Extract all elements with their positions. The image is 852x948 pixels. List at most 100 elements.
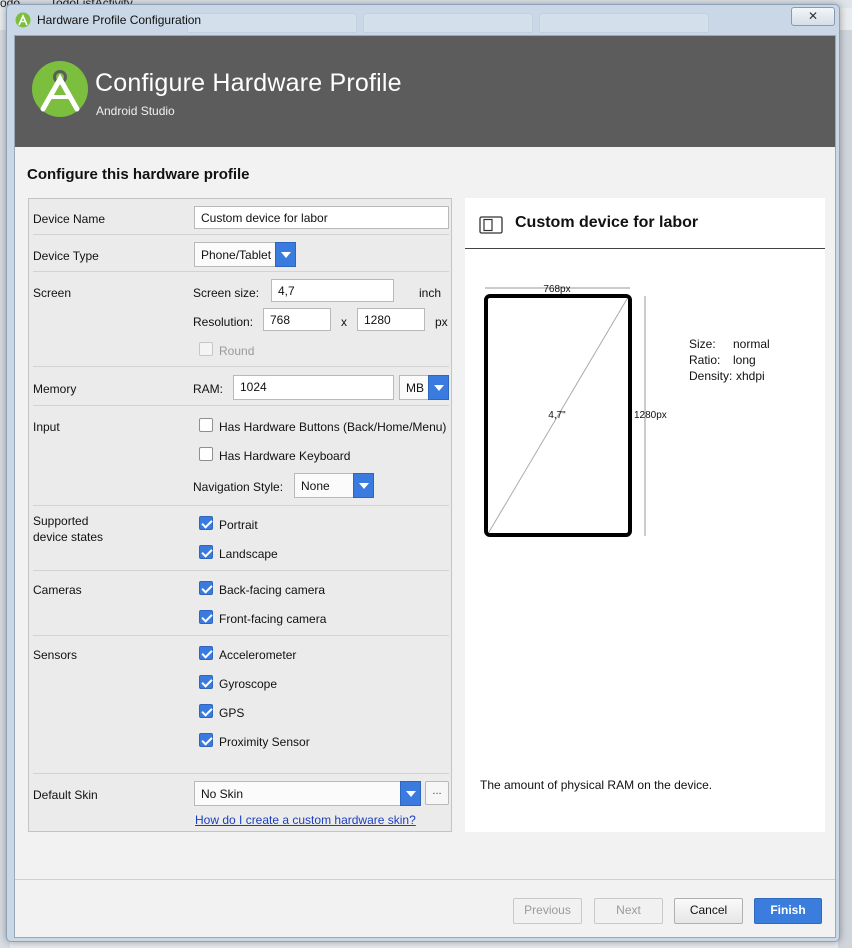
resolution-x-label: x (341, 315, 347, 329)
sensors-label: Sensors (33, 648, 78, 662)
diagonal-label: 4,7" (548, 410, 566, 421)
landscape-label: Landscape (219, 547, 278, 561)
next-button[interactable]: Next (594, 898, 663, 924)
device-name-label: Device Name (33, 212, 106, 226)
wizard-header: Configure Hardware Profile Android Studi… (15, 36, 835, 147)
chevron-down-icon[interactable] (353, 473, 374, 498)
window-title: Hardware Profile Configuration (37, 13, 202, 27)
device-type-select[interactable]: Phone/Tablet (194, 242, 296, 267)
screen-label: Screen (33, 286, 72, 300)
device-frame-icon (479, 216, 503, 234)
footer-divider (15, 879, 835, 880)
round-checkbox[interactable] (199, 342, 213, 356)
memory-label: Memory (33, 382, 77, 396)
resolution-label: Resolution: (193, 315, 254, 329)
hardware-form: Device Name Custom device for labor Devi… (28, 198, 452, 832)
resolution-unit: px (435, 315, 448, 329)
navigation-style-label: Navigation Style: (193, 480, 284, 494)
android-studio-icon (15, 12, 31, 28)
screen-size-unit: inch (419, 286, 442, 300)
close-button[interactable]: ✕ (791, 7, 835, 26)
finish-button[interactable]: Finish (754, 898, 822, 924)
width-label: 768px (543, 284, 570, 295)
screen-size-input[interactable]: 4,7 (271, 279, 394, 302)
android-studio-logo-icon (32, 61, 88, 117)
accelerometer-label: Accelerometer (219, 648, 297, 662)
navigation-style-select[interactable]: None (294, 473, 374, 498)
resolution-width-input[interactable]: 768 (263, 308, 331, 331)
portrait-checkbox[interactable] (199, 516, 213, 530)
background-tabs (187, 13, 709, 35)
default-skin-value: No Skin (201, 787, 244, 801)
device-type-value: Phone/Tablet (201, 248, 272, 262)
gyroscope-label: Gyroscope (219, 677, 278, 691)
landscape-checkbox[interactable] (199, 545, 213, 559)
header-subtitle: Android Studio (96, 104, 175, 118)
divider (33, 635, 449, 636)
default-skin-label: Default Skin (33, 788, 98, 802)
ratio-value: long (733, 353, 756, 367)
gps-label: GPS (219, 706, 245, 720)
field-help-text: The amount of physical RAM on the device… (480, 778, 713, 792)
divider (33, 405, 449, 406)
custom-skin-help-link[interactable]: How do I create a custom hardware skin? (195, 813, 416, 827)
device-name-input[interactable]: Custom device for labor (194, 206, 449, 229)
chevron-down-icon[interactable] (428, 375, 449, 400)
divider (33, 366, 449, 367)
hardware-buttons-label: Has Hardware Buttons (Back/Home/Menu) (219, 420, 447, 434)
screen-size-label: Screen size: (193, 286, 260, 300)
input-label: Input (33, 420, 60, 434)
front-camera-label: Front-facing camera (219, 612, 327, 626)
section-title: Configure this hardware profile (27, 166, 250, 183)
gps-checkbox[interactable] (199, 704, 213, 718)
device-diagram: 768px 4,7" 1280px (484, 284, 667, 537)
default-skin-select[interactable]: No Skin (194, 781, 421, 806)
hardware-keyboard-label: Has Hardware Keyboard (219, 449, 351, 463)
dialog-window: Hardware Profile Configuration ✕ Configu… (6, 4, 840, 942)
device-states-label-line1: Supported (33, 514, 89, 528)
dialog-content: Configure Hardware Profile Android Studi… (14, 35, 836, 938)
proximity-checkbox[interactable] (199, 733, 213, 747)
chevron-down-icon[interactable] (275, 242, 296, 267)
cameras-label: Cameras (33, 583, 82, 597)
divider (33, 773, 449, 774)
cancel-button[interactable]: Cancel (674, 898, 743, 924)
round-label: Round (219, 344, 255, 358)
ram-label: RAM: (193, 382, 223, 396)
back-camera-checkbox[interactable] (199, 581, 213, 595)
header-title: Configure Hardware Profile (95, 69, 402, 97)
height-label: 1280px (634, 410, 667, 421)
device-type-label: Device Type (33, 249, 99, 263)
ram-input[interactable]: 1024 (233, 375, 394, 400)
preview-divider (465, 248, 825, 249)
chevron-down-icon[interactable] (400, 781, 421, 806)
accelerometer-checkbox[interactable] (199, 646, 213, 660)
browse-skin-button[interactable]: ... (425, 781, 449, 805)
previous-button[interactable]: Previous (513, 898, 582, 924)
title-bar[interactable]: Hardware Profile Configuration ✕ (7, 5, 839, 35)
divider (33, 570, 449, 571)
hardware-buttons-checkbox[interactable] (199, 418, 213, 432)
divider (33, 234, 449, 235)
back-camera-label: Back-facing camera (219, 583, 326, 597)
divider (33, 505, 449, 506)
gyroscope-checkbox[interactable] (199, 675, 213, 689)
background-right-edge (838, 30, 852, 948)
navigation-style-value: None (301, 479, 330, 493)
resolution-height-input[interactable]: 1280 (357, 308, 425, 331)
density-value: xhdpi (736, 369, 765, 383)
front-camera-checkbox[interactable] (199, 610, 213, 624)
portrait-label: Portrait (219, 518, 258, 532)
ram-unit-value: MB (406, 381, 424, 395)
proximity-label: Proximity Sensor (219, 735, 310, 749)
device-states-label-line2: device states (33, 530, 104, 544)
device-preview-panel: Custom device for labor 768px 4,7" 1280p… (465, 198, 825, 832)
density-key: Density: (689, 369, 733, 383)
size-key: Size: (689, 337, 716, 351)
hardware-keyboard-checkbox[interactable] (199, 447, 213, 461)
ratio-key: Ratio: (689, 353, 721, 367)
preview-title: Custom device for labor (515, 214, 699, 231)
divider (33, 271, 449, 272)
ram-unit-select[interactable]: MB (399, 375, 449, 400)
size-value: normal (733, 337, 770, 351)
